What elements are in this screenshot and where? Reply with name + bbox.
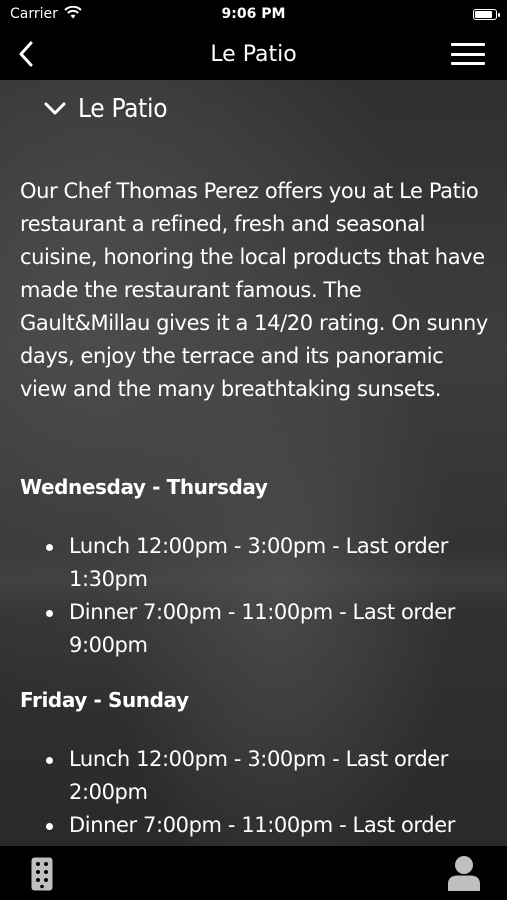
chevron-left-icon	[19, 41, 33, 67]
section-toggle[interactable]: Le Patio	[44, 94, 168, 124]
remote-control-icon	[31, 857, 53, 891]
page-title: Le Patio	[210, 41, 297, 67]
list-item: Dinner 7:00pm - 11:00pm - Last order	[20, 809, 490, 842]
schedule-list: Lunch 12:00pm - 3:00pm - Last order 2:00…	[20, 743, 490, 842]
battery-level	[475, 10, 493, 18]
menu-button[interactable]	[451, 40, 485, 68]
content-area[interactable]: Le Patio Our Chef Thomas Perez offers yo…	[0, 80, 507, 846]
restaurant-description: Our Chef Thomas Perez offers you at Le P…	[20, 179, 488, 401]
carrier-label: Carrier	[10, 6, 58, 22]
profile-tab-button[interactable]	[447, 855, 481, 895]
schedule-days-heading: Wednesday - Thursday	[20, 475, 268, 499]
schedule-list: Lunch 12:00pm - 3:00pm - Last order 1:30…	[20, 530, 490, 662]
schedule-days-heading: Friday - Sunday	[20, 688, 189, 712]
wifi-icon	[64, 5, 82, 23]
chevron-down-icon	[44, 102, 66, 115]
tab-bar	[0, 846, 507, 900]
list-item: Lunch 12:00pm - 3:00pm - Last order 1:30…	[20, 530, 490, 596]
remote-tab-button[interactable]	[31, 857, 53, 895]
status-bar: Carrier 9:06 PM	[0, 0, 507, 28]
navigation-bar: Le Patio	[0, 28, 507, 80]
user-profile-icon	[448, 856, 480, 891]
section-title: Le Patio	[78, 94, 168, 124]
list-item: Lunch 12:00pm - 3:00pm - Last order 2:00…	[20, 743, 490, 809]
back-button[interactable]	[12, 40, 40, 68]
hamburger-menu-icon	[451, 43, 485, 46]
list-item: Dinner 7:00pm - 11:00pm - Last order 9:0…	[20, 596, 490, 662]
battery-icon	[473, 8, 500, 20]
status-left: Carrier	[10, 5, 82, 23]
